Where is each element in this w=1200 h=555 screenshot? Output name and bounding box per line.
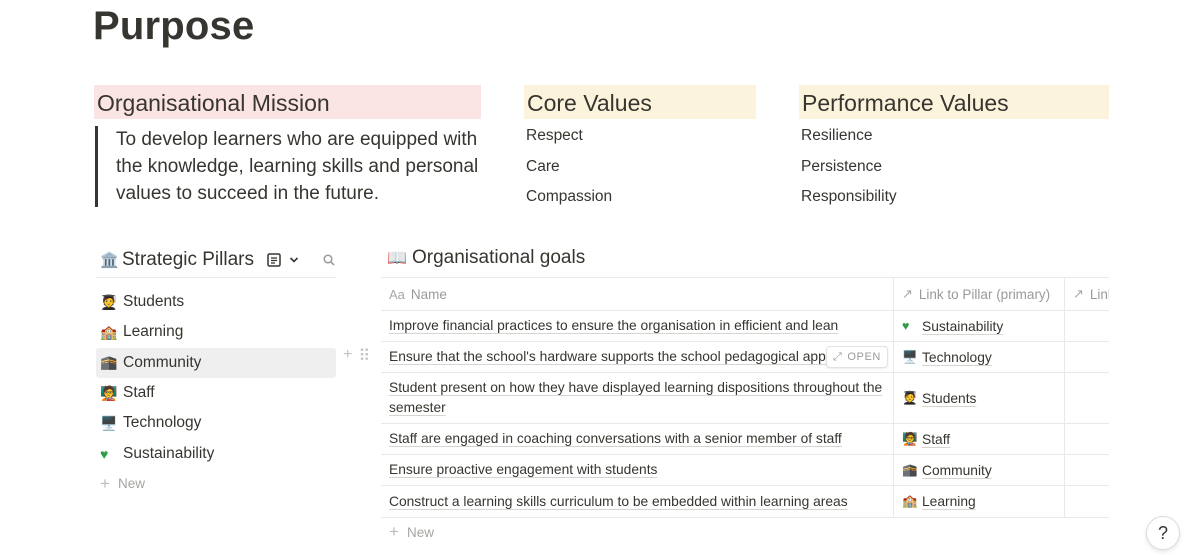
performance-value-item: Resilience [801, 127, 873, 144]
pillars-new-button[interactable]: + New [96, 469, 336, 499]
table-row[interactable]: Student present on how they have display… [381, 373, 1109, 424]
relation-arrow-icon: ↗ [902, 286, 913, 301]
open-book-icon: 📖 [387, 250, 407, 267]
green-heart-icon: ♥ [100, 445, 109, 462]
pillar-link[interactable]: Students [922, 391, 976, 406]
plus-icon: + [100, 473, 110, 493]
core-value-item: Care [526, 157, 560, 175]
pillar-item-label: Staff [123, 384, 155, 402]
pillar-item-technology[interactable]: 🖥️ Technology [96, 408, 336, 438]
text-property-icon: Aa [389, 286, 405, 302]
goals-new-button[interactable]: + New [389, 522, 434, 542]
student-icon: 🧑‍🎓 [100, 293, 118, 310]
row-tools: + ⠿ [343, 346, 370, 366]
performance-value-item: Responsibility [801, 188, 897, 205]
school-icon: 🏫 [100, 323, 118, 340]
school-icon: 🏫 [902, 494, 918, 508]
pillar-link[interactable]: Staff [922, 432, 950, 447]
pillar-link[interactable]: Community [922, 463, 992, 478]
core-value-item: Respect [526, 127, 583, 144]
pillars-new-label: New [118, 476, 146, 492]
pillar-link[interactable]: Technology [922, 350, 992, 365]
goal-name[interactable]: Ensure that the school's hardware suppor… [389, 347, 838, 367]
table-row[interactable]: Ensure proactive engagement with student… [381, 455, 1109, 486]
search-icon[interactable] [322, 253, 336, 267]
table-header-row: Aa Name ↗ Link to Pillar (primary) ↗ Lin… [381, 278, 1109, 311]
goal-name[interactable]: Improve financial practices to ensure th… [389, 316, 838, 336]
list-view-icon[interactable] [266, 252, 282, 268]
goal-name[interactable]: Ensure proactive engagement with student… [389, 460, 657, 480]
column-header-name[interactable]: Aa Name [381, 278, 893, 310]
page-title: Purpose [93, 4, 255, 48]
mission-heading: Organisational Mission [94, 85, 481, 119]
pillar-item-label: Sustainability [123, 444, 215, 462]
open-row-button[interactable]: ⤢ OPEN [826, 346, 888, 368]
pillar-item-label: Learning [123, 323, 184, 341]
desktop-computer-icon: 🖥️ [100, 414, 118, 431]
pillars-divider [96, 277, 336, 278]
table-row[interactable]: Ensure that the school's hardware suppor… [381, 342, 1109, 373]
goals-header: 📖 Organisational goals [387, 244, 585, 272]
student-icon: 🧑‍🎓 [902, 390, 918, 405]
green-heart-icon: ♥ [902, 319, 910, 333]
pillar-list: 🧑‍🎓 Students 🏫 Learning 🕋 Community 🧑‍🏫 … [96, 287, 336, 499]
goal-name[interactable]: Construct a learning skills curriculum t… [389, 492, 848, 512]
goals-table: Aa Name ↗ Link to Pillar (primary) ↗ Lin… [381, 277, 1109, 518]
pillar-item-community[interactable]: 🕋 Community [96, 347, 336, 378]
table-row[interactable]: Improve financial practices to ensure th… [381, 311, 1109, 342]
pillar-item-label: Community [123, 353, 202, 371]
pillar-item-label: Technology [123, 414, 202, 432]
pillar-item-learning[interactable]: 🏫 Learning [96, 317, 336, 347]
pillars-header: 🏛️ Strategic Pillars [100, 244, 340, 276]
kaaba-icon: 🕋 [902, 462, 918, 477]
goals-new-label: New [407, 524, 435, 540]
column-header-link[interactable]: ↗ Link [1064, 278, 1109, 310]
teacher-icon: 🧑‍🏫 [902, 431, 918, 446]
performance-value-item: Persistence [801, 157, 882, 175]
plus-icon: + [389, 522, 399, 541]
core-value-item: Compassion [526, 188, 613, 205]
performance-values-heading: Performance Values [799, 85, 1109, 119]
goal-name[interactable]: Student present on how they have display… [389, 378, 885, 418]
drag-handle-icon[interactable]: ⠿ [358, 346, 370, 366]
goals-title[interactable]: Organisational goals [412, 247, 585, 269]
table-row[interactable]: Construct a learning skills curriculum t… [381, 486, 1109, 518]
relation-arrow-icon: ↗ [1073, 286, 1084, 301]
add-row-icon[interactable]: + [343, 346, 352, 366]
pillar-item-sustainability[interactable]: ♥ Sustainability [96, 438, 336, 468]
expand-icon: ⤢ [833, 350, 843, 363]
pillar-item-label: Students [123, 293, 185, 311]
mission-quote: To develop learners who are equipped wit… [95, 126, 485, 207]
help-button[interactable]: ? [1146, 516, 1180, 550]
pillar-link[interactable]: Sustainability [922, 319, 1003, 334]
classical-building-icon: 🏛️ [100, 252, 119, 269]
performance-values-list: Resilience Persistence Responsibility [801, 124, 897, 216]
pillar-link[interactable]: Learning [922, 494, 976, 509]
column-header-link-primary[interactable]: ↗ Link to Pillar (primary) [893, 278, 1064, 310]
chevron-down-icon[interactable] [288, 254, 300, 266]
pillar-item-students[interactable]: 🧑‍🎓 Students [96, 287, 336, 317]
core-values-heading: Core Values [524, 85, 756, 119]
teacher-icon: 🧑‍🏫 [100, 384, 118, 401]
core-values-list: Respect Care Compassion [526, 124, 612, 216]
goal-name[interactable]: Staff are engaged in coaching conversati… [389, 429, 842, 449]
pillar-item-staff[interactable]: 🧑‍🏫 Staff [96, 378, 336, 408]
question-mark-icon: ? [1157, 522, 1168, 543]
desktop-computer-icon: 🖥️ [902, 349, 918, 364]
pillars-title[interactable]: Strategic Pillars [122, 249, 254, 271]
kaaba-icon: 🕋 [100, 354, 118, 371]
table-row[interactable]: Staff are engaged in coaching conversati… [381, 424, 1109, 455]
